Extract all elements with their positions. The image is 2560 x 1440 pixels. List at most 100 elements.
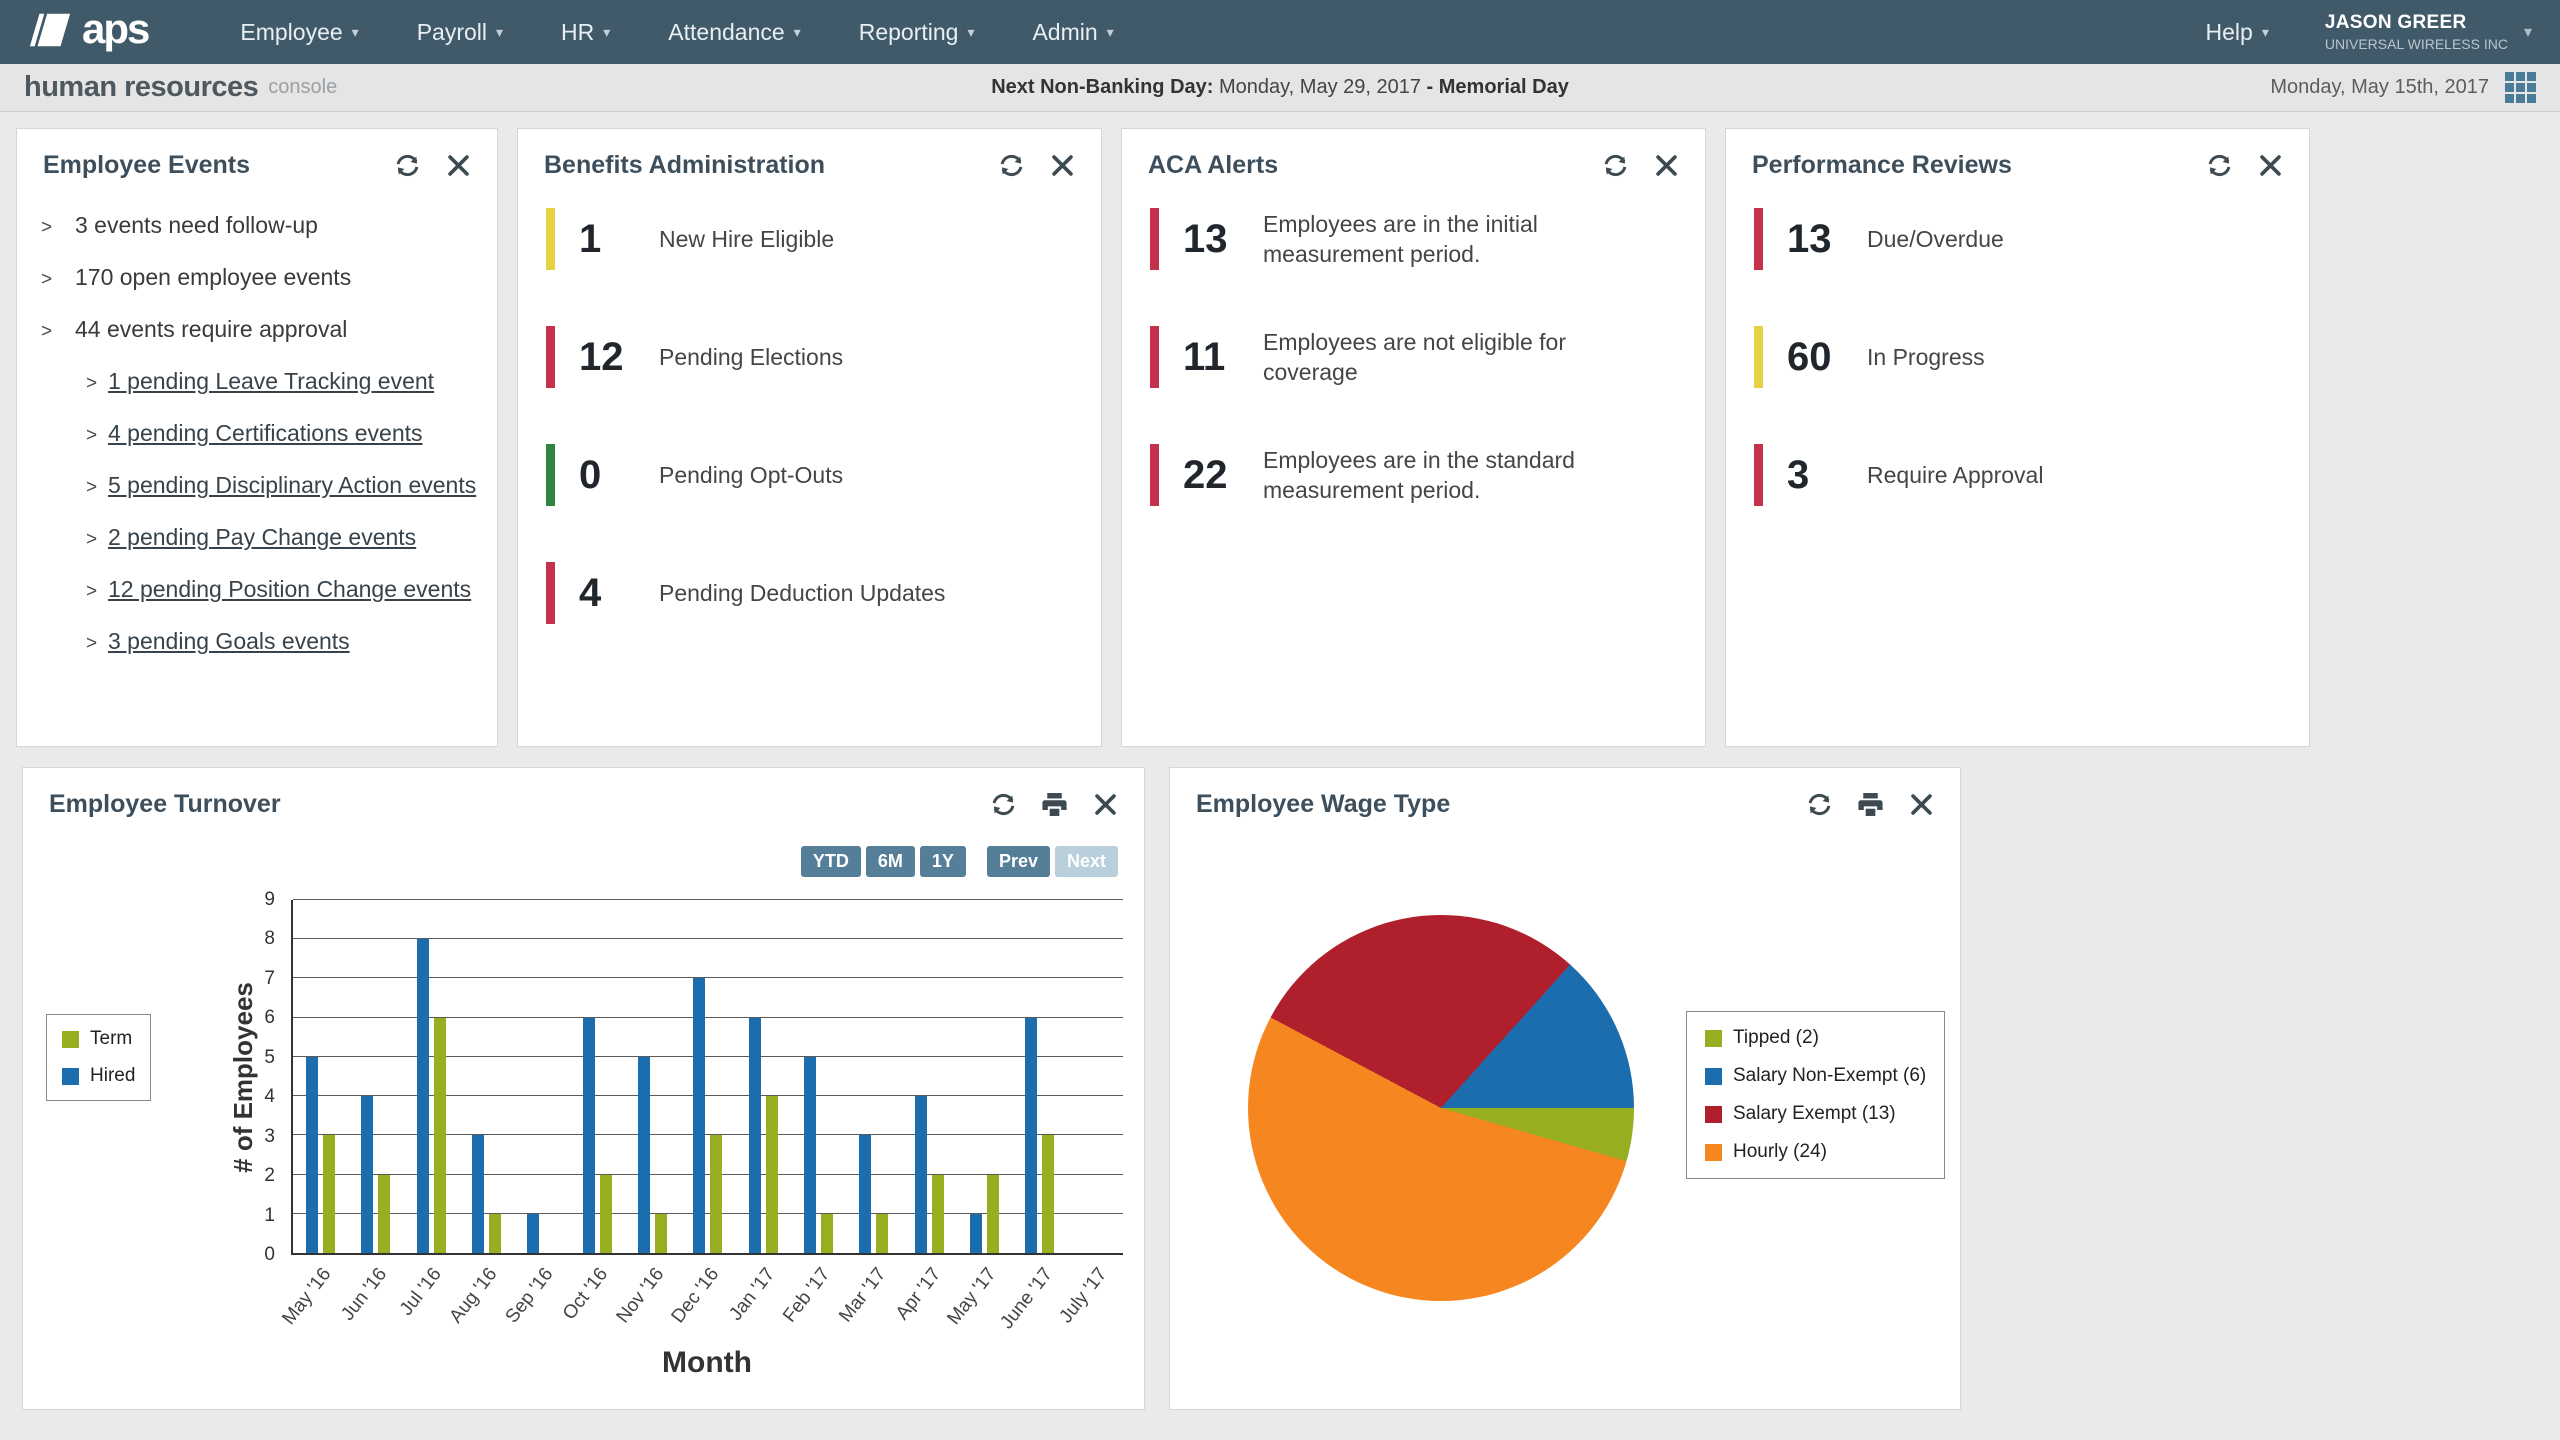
close-icon[interactable]	[1091, 790, 1120, 819]
close-icon[interactable]	[2256, 151, 2285, 180]
employee-turnover-widget: Employee Turnover YTD 6M 1Y Pr	[22, 767, 1145, 1410]
bar-term-8	[766, 1096, 778, 1253]
benefits-stats: 1 New Hire Eligible 12 Pending Elections…	[518, 180, 1101, 624]
widget-title: Employee Turnover	[49, 790, 281, 819]
nav-menu-attendance[interactable]: Attendance▾	[668, 19, 800, 46]
link-position-change-events[interactable]: > 12 pending Position Change events	[86, 574, 479, 607]
employee-events-widget: Employee Events > 3 events need follow-u…	[16, 128, 498, 747]
event-item-text: 44 events require approval	[75, 314, 347, 344]
refresh-icon[interactable]	[393, 151, 422, 180]
bar-hired-6	[638, 1057, 650, 1253]
next-button[interactable]: Next	[1055, 846, 1118, 877]
close-icon[interactable]	[1907, 790, 1936, 819]
link-disciplinary-action-events[interactable]: > 5 pending Disciplinary Action events	[86, 470, 479, 503]
event-link-text[interactable]: 1 pending Leave Tracking event	[108, 366, 434, 396]
close-icon[interactable]	[444, 151, 473, 180]
turnover-xlabels: May '16Jun '16Jul '16Aug '16Sep '16Oct '…	[291, 1260, 1123, 1350]
pending-events-sublist: > 1 pending Leave Tracking event > 4 pen…	[86, 366, 479, 659]
bar-group-1	[348, 900, 403, 1253]
range-ytd-button[interactable]: YTD	[801, 846, 861, 877]
user-menu[interactable]: JASON GREER UNIVERSAL WIRELESS INC ▾	[2325, 12, 2532, 52]
range-1y-button[interactable]: 1Y	[920, 846, 966, 877]
stat-pending-elections[interactable]: 12 Pending Elections	[546, 326, 1073, 388]
aps-logo[interactable]: aps	[28, 8, 148, 56]
expand-arrow-icon: >	[41, 265, 75, 295]
nav-menu-hr[interactable]: HR▾	[561, 19, 610, 46]
help-menu[interactable]: Help▾	[2206, 19, 2269, 46]
stat-initial-measurement[interactable]: 13 Employees are in the initial measurem…	[1150, 208, 1677, 270]
events-open-item[interactable]: > 170 open employee events	[41, 262, 479, 295]
refresh-icon[interactable]	[997, 151, 1026, 180]
bar-group-13	[1012, 900, 1067, 1253]
widget-actions	[989, 790, 1120, 819]
stat-value: 3	[1787, 453, 1867, 498]
expand-arrow-icon: >	[86, 577, 108, 607]
link-goals-events[interactable]: > 3 pending Goals events	[86, 626, 479, 659]
nav-menu-payroll[interactable]: Payroll▾	[417, 19, 503, 46]
y-tick-5: 5	[264, 1047, 275, 1069]
event-link-text[interactable]: 2 pending Pay Change events	[108, 522, 416, 552]
event-link-text[interactable]: 3 pending Goals events	[108, 626, 350, 656]
refresh-icon[interactable]	[989, 790, 1018, 819]
legend-label: Salary Non-Exempt (6)	[1733, 1065, 1926, 1087]
bar-hired-0	[306, 1057, 318, 1253]
refresh-icon[interactable]	[2205, 151, 2234, 180]
bar-term-2	[434, 1018, 446, 1253]
apps-grid-icon[interactable]	[2505, 72, 2536, 103]
legend-item-tipped: Tipped (2)	[1705, 1027, 1926, 1049]
x-tick-label: Apr '17	[892, 1264, 946, 1325]
stat-not-eligible-coverage[interactable]: 11 Employees are not eligible for covera…	[1150, 326, 1677, 388]
prev-button[interactable]: Prev	[987, 846, 1050, 877]
event-link-text[interactable]: 5 pending Disciplinary Action events	[108, 470, 476, 500]
link-pay-change-events[interactable]: > 2 pending Pay Change events	[86, 522, 479, 555]
nav-menu-employee[interactable]: Employee▾	[240, 19, 358, 46]
events-followup-item[interactable]: > 3 events need follow-up	[41, 210, 479, 243]
status-color-bar	[546, 208, 555, 270]
link-leave-tracking-events[interactable]: > 1 pending Leave Tracking event	[86, 366, 479, 399]
status-color-bar	[546, 326, 555, 388]
close-icon[interactable]	[1048, 151, 1077, 180]
stat-standard-measurement[interactable]: 22 Employees are in the standard measure…	[1150, 444, 1677, 506]
non-banking-day-holiday: - Memorial Day	[1427, 76, 1569, 98]
event-link-text[interactable]: 4 pending Certifications events	[108, 418, 423, 448]
legend-item-salary-exempt: Salary Exempt (13)	[1705, 1103, 1926, 1125]
refresh-icon[interactable]	[1601, 151, 1630, 180]
bar-hired-2	[417, 939, 429, 1253]
range-6m-button[interactable]: 6M	[866, 846, 915, 877]
stat-new-hire-eligible[interactable]: 1 New Hire Eligible	[546, 208, 1073, 270]
print-icon[interactable]	[1856, 790, 1885, 819]
bar-hired-9	[804, 1057, 816, 1253]
expand-arrow-icon: >	[86, 369, 108, 399]
nav-menu-admin[interactable]: Admin▾	[1032, 19, 1113, 46]
event-link-text[interactable]: 12 pending Position Change events	[108, 574, 471, 604]
nav-menu-label: HR	[561, 19, 594, 46]
performance-reviews-widget: Performance Reviews 13 Due/Overdue	[1725, 128, 2310, 747]
stat-pending-deduction-updates[interactable]: 4 Pending Deduction Updates	[546, 562, 1073, 624]
events-approval-item[interactable]: > 44 events require approval	[41, 314, 479, 347]
status-color-bar	[546, 444, 555, 506]
stat-require-approval[interactable]: 3 Require Approval	[1754, 444, 2281, 506]
link-certifications-events[interactable]: > 4 pending Certifications events	[86, 418, 479, 451]
stat-due-overdue[interactable]: 13 Due/Overdue	[1754, 208, 2281, 270]
console-subtitle: console	[268, 76, 337, 99]
legend-label: Hourly (24)	[1733, 1141, 1827, 1163]
nav-menu-reporting[interactable]: Reporting▾	[859, 19, 975, 46]
status-color-bar	[1754, 208, 1763, 270]
aps-logo-text: aps	[82, 8, 148, 56]
stat-value: 11	[1183, 335, 1263, 380]
expand-arrow-icon: >	[86, 473, 108, 503]
refresh-icon[interactable]	[1805, 790, 1834, 819]
widget-title: Employee Events	[43, 151, 250, 180]
stat-pending-opt-outs[interactable]: 0 Pending Opt-Outs	[546, 444, 1073, 506]
close-icon[interactable]	[1652, 151, 1681, 180]
print-icon[interactable]	[1040, 790, 1069, 819]
non-banking-day-label: Next Non-Banking Day:	[991, 76, 1213, 98]
y-tick-7: 7	[264, 968, 275, 990]
y-tick-0: 0	[264, 1244, 275, 1266]
widget-header: ACA Alerts	[1122, 129, 1705, 180]
stat-label: Employees are in the initial measurement…	[1263, 209, 1663, 270]
stat-in-progress[interactable]: 60 In Progress	[1754, 326, 2281, 388]
user-info: JASON GREER UNIVERSAL WIRELESS INC	[2325, 12, 2508, 52]
widget-actions	[393, 151, 473, 180]
turnover-yaxis: 0123456789	[23, 900, 283, 1255]
